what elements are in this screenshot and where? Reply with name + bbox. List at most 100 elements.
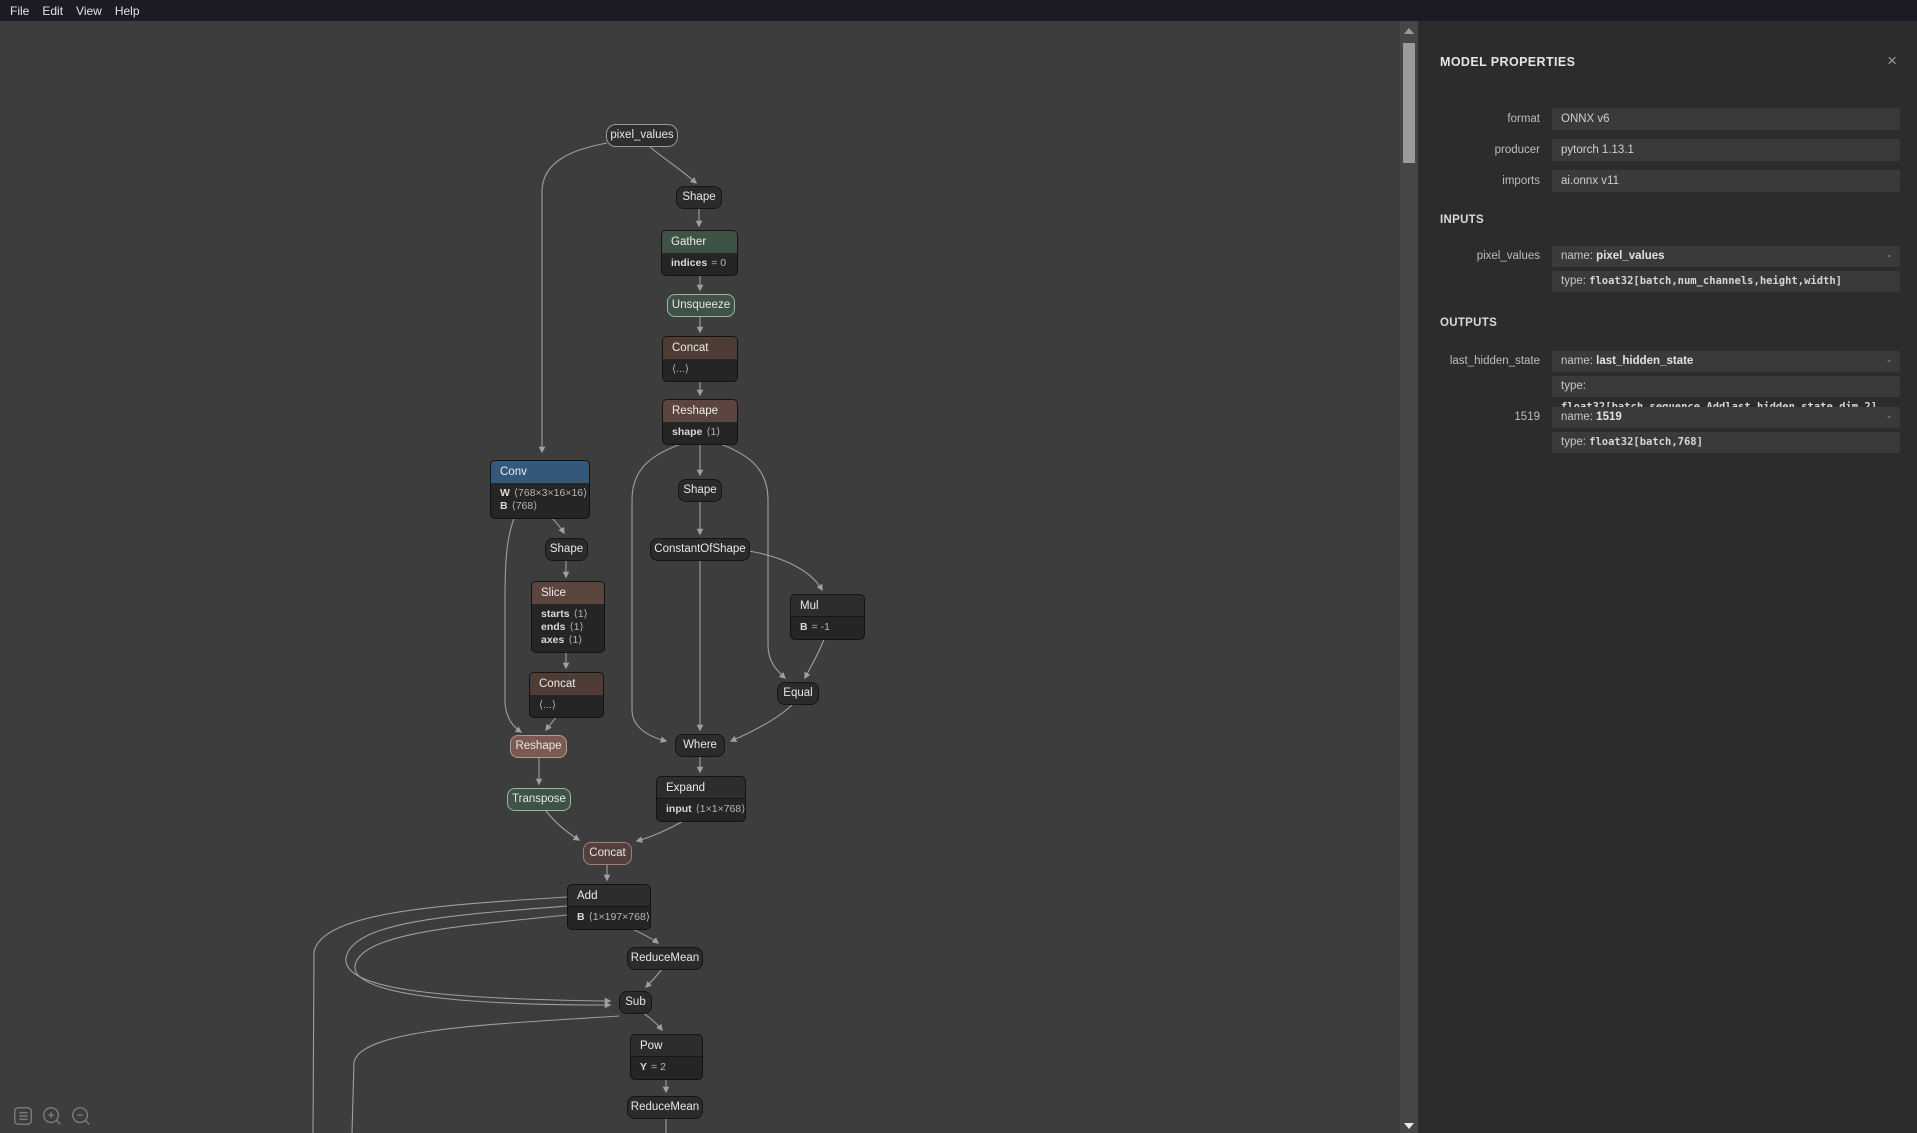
node-pow[interactable]: Pow Y= 2 — [630, 1034, 703, 1080]
properties-list-icon[interactable] — [12, 1105, 34, 1127]
io-type-box: type: float32[batch,num_channels,height,… — [1552, 271, 1900, 292]
graph-scrollbar[interactable] — [1400, 21, 1418, 1133]
node-expand[interactable]: Expandinput⟨1×1×768⟩ — [656, 776, 746, 822]
zoom-out-icon[interactable] — [70, 1105, 92, 1127]
node-attributes: Y= 2 — [631, 1057, 702, 1079]
collapse-icon[interactable]: - — [1887, 246, 1891, 267]
node-attributes: ⟨...⟩ — [663, 359, 737, 381]
attribute-value: ⟨768×3×16×16⟩ — [514, 487, 587, 499]
node-constantofshape[interactable]: ConstantOfShape — [650, 538, 750, 561]
node-attribute-row: starts⟨1⟩ — [541, 608, 595, 621]
io-name-box: name: last_hidden_state- — [1552, 351, 1900, 372]
io-name-box: name: pixel_values- — [1552, 246, 1900, 267]
io-label: 1519 — [1418, 407, 1540, 428]
node-shape-2[interactable]: Shape — [678, 479, 722, 502]
node-sub[interactable]: Sub — [619, 991, 652, 1014]
io-name: last_hidden_state — [1596, 355, 1693, 367]
node-header: Pow — [631, 1035, 702, 1057]
node-where[interactable]: Where — [675, 734, 725, 757]
io-type: float32[batch,768] — [1589, 436, 1703, 448]
menubar-item-file[interactable]: File — [8, 4, 31, 18]
io-type-box: type: float32[batch,sequence,Addlast_hid… — [1552, 376, 1900, 397]
attribute-key: B — [577, 911, 589, 923]
edge — [646, 969, 662, 987]
node-mul[interactable]: MulB= -1 — [790, 594, 865, 640]
node-header: Concat — [663, 337, 737, 359]
property-label: producer — [1418, 139, 1540, 161]
node-concat-1[interactable]: Concat⟨...⟩ — [662, 336, 738, 382]
type-prefix: type: — [1561, 275, 1589, 287]
node-attribute-row: indices= 0 — [671, 257, 728, 270]
attribute-value: ⟨1⟩ — [570, 621, 584, 633]
menubar-item-view[interactable]: View — [74, 4, 104, 18]
menubar-item-edit[interactable]: Edit — [40, 4, 65, 18]
attribute-key: B — [500, 500, 512, 512]
graph-canvas[interactable]: pixel_values Shape Gatherindices= 0 Unsquee… — [0, 21, 1418, 1133]
node-attribute-row: B⟨768⟩ — [500, 500, 580, 513]
node-reshape-1[interactable]: Reshapeshape⟨1⟩ — [662, 399, 738, 445]
node-concat-3[interactable]: Concat — [583, 842, 632, 865]
collapse-icon[interactable]: - — [1887, 351, 1891, 372]
node-attributes: W⟨768×3×16×16⟩B⟨768⟩ — [491, 483, 589, 518]
collapse-icon[interactable]: - — [1887, 407, 1891, 428]
node-attribute-row: Y= 2 — [640, 1061, 693, 1074]
node-shape-3[interactable]: Shape — [545, 538, 588, 561]
node-attribute-row: ⟨...⟩ — [539, 699, 594, 712]
node-attributes: ⟨...⟩ — [530, 695, 603, 717]
node-attribute-row: B= -1 — [800, 621, 855, 634]
node-header: Slice — [532, 582, 604, 604]
scroll-down-icon[interactable] — [1404, 1123, 1414, 1129]
node-reshape-2[interactable]: Reshape — [510, 735, 567, 758]
node-pixel-values[interactable]: pixel_values — [606, 124, 678, 147]
input-pixel_values: pixel_values name: pixel_values-type: flo… — [1418, 246, 1917, 292]
node-gather[interactable]: Gatherindices= 0 — [661, 230, 738, 276]
attribute-value: = 2 — [651, 1061, 666, 1073]
node-attributes: input⟨1×1×768⟩ — [657, 799, 745, 821]
property-label: format — [1418, 108, 1540, 130]
property-row-imports: importsai.onnx v11 — [1418, 170, 1917, 192]
node-conv[interactable]: ConvW⟨768×3×16×16⟩B⟨768⟩ — [490, 460, 590, 519]
node-attributes: indices= 0 — [662, 253, 737, 275]
node-equal[interactable]: Equal — [777, 682, 819, 705]
node-header: Add — [568, 885, 650, 907]
io-label: pixel_values — [1418, 246, 1540, 267]
node-slice[interactable]: Slicestarts⟨1⟩ends⟨1⟩axes⟨1⟩ — [531, 581, 605, 653]
attribute-value: = -1 — [812, 621, 830, 633]
scroll-up-icon[interactable] — [1404, 28, 1414, 34]
scrollbar-thumb[interactable] — [1403, 43, 1415, 163]
node-reducemean-1[interactable]: ReduceMean — [627, 947, 703, 970]
attribute-value: ⟨1⟩ — [574, 608, 588, 620]
attribute-key: shape — [672, 426, 706, 438]
property-label: imports — [1418, 170, 1540, 192]
attribute-value: ⟨1×1×768⟩ — [696, 803, 746, 815]
node-shape-1[interactable]: Shape — [676, 186, 722, 209]
attribute-key: Y — [640, 1061, 651, 1073]
node-attributes: starts⟨1⟩ends⟨1⟩axes⟨1⟩ — [532, 604, 604, 652]
attribute-value: ⟨...⟩ — [539, 699, 556, 711]
close-icon[interactable]: × — [1887, 51, 1897, 71]
attribute-value: ⟨1⟩ — [568, 634, 582, 646]
node-reducemean-2[interactable]: ReduceMean — [627, 1096, 703, 1119]
node-unsqueeze[interactable]: Unsqueeze — [667, 294, 735, 317]
node-add[interactable]: AddB⟨1×197×768⟩ — [567, 884, 651, 930]
output-last_hidden_state: last_hidden_statename: last_hidden_state… — [1418, 351, 1917, 397]
node-transpose[interactable]: Transpose — [507, 788, 571, 811]
io-name: 1519 — [1596, 411, 1622, 423]
edge — [731, 704, 793, 741]
node-attribute-row: axes⟨1⟩ — [541, 634, 595, 647]
menubar: File Edit View Help — [0, 0, 1917, 21]
zoom-in-icon[interactable] — [41, 1105, 63, 1127]
node-attribute-row: input⟨1×1×768⟩ — [666, 803, 736, 816]
attribute-value: ⟨768⟩ — [512, 500, 538, 512]
attribute-key: ends — [541, 621, 570, 633]
attribute-key: axes — [541, 634, 568, 646]
node-attributes: B= -1 — [791, 617, 864, 639]
output-1519: 1519name: 1519-type: float32[batch,768] — [1418, 407, 1917, 453]
node-attribute-row: shape⟨1⟩ — [672, 426, 728, 439]
type-prefix: type: — [1561, 380, 1586, 392]
node-concat-2[interactable]: Concat⟨...⟩ — [529, 672, 604, 718]
menubar-item-help[interactable]: Help — [113, 4, 142, 18]
model-properties-panel: MODEL PROPERTIES × formatONNX v6producer… — [1418, 21, 1917, 1133]
edge — [542, 143, 607, 452]
edge — [352, 1016, 619, 1133]
